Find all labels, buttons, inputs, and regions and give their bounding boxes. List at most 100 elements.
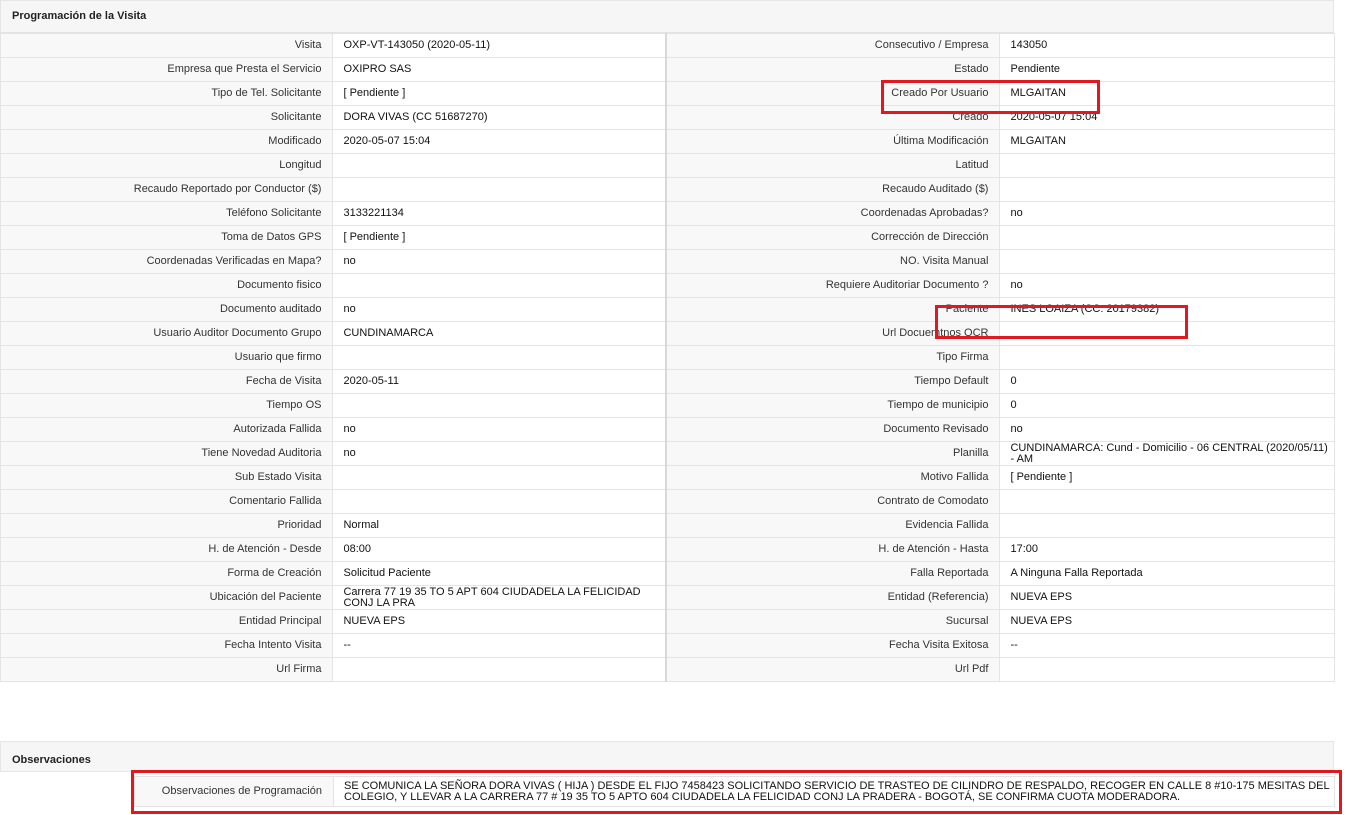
field-value — [332, 273, 667, 298]
field-label: Documento Revisado — [665, 417, 1001, 442]
field-value: 143050 — [999, 33, 1335, 58]
field-value: DORA VIVAS (CC 51687270) — [332, 105, 667, 130]
field-value: no — [999, 417, 1335, 442]
observations-label: Observaciones de Programación — [134, 776, 334, 807]
table-row: Visita OXP-VT-143050 (2020-05-11) Consecut… — [0, 33, 1335, 58]
field-value — [999, 321, 1335, 346]
field-label: Url Pdf — [665, 657, 1001, 682]
field-label: Creado — [665, 105, 1001, 130]
table-row: Comentario Fallida Contrato de Comodato — [0, 489, 1335, 514]
field-label: Estado — [665, 57, 1001, 82]
field-label: Motivo Fallida — [665, 465, 1001, 490]
field-value: 2020-05-07 15:04 — [999, 105, 1335, 130]
field-value: MLGAITAN — [999, 129, 1335, 154]
field-label: Tiene Novedad Auditoria — [0, 441, 334, 466]
field-value — [999, 513, 1335, 538]
table-row: Empresa que Presta el Servicio OXIPRO SAS… — [0, 57, 1335, 82]
field-value: no — [332, 297, 667, 322]
field-value: 08:00 — [332, 537, 667, 562]
field-value: NUEVA EPS — [999, 609, 1335, 634]
table-row: Url Firma Url Pdf — [0, 657, 1335, 682]
table-row: Solicitante DORA VIVAS (CC 51687270) Cread… — [0, 105, 1335, 130]
table-row: Tiene Novedad Auditoria no Planilla CUNDIN… — [0, 441, 1335, 466]
field-label: NO. Visita Manual — [665, 249, 1001, 274]
field-label: Toma de Datos GPS — [0, 225, 334, 250]
table-row: Observaciones de Programación SE COMUNIC… — [134, 776, 1335, 807]
observations-table: Observaciones de Programación SE COMUNIC… — [134, 776, 1335, 807]
field-value — [999, 153, 1335, 178]
section-title: Programación de la Visita — [12, 10, 147, 22]
field-value: no — [332, 441, 667, 466]
field-label: Creado Por Usuario — [665, 81, 1001, 106]
table-row: Sub Estado Visita Motivo Fallida[ Pendien… — [0, 465, 1335, 490]
field-value: 2020-05-07 15:04 — [332, 129, 667, 154]
field-label: Tipo de Tel. Solicitante — [0, 81, 334, 106]
field-label: Tiempo de municipio — [665, 393, 1001, 418]
field-label: Prioridad — [0, 513, 334, 538]
table-row: Toma de Datos GPS[ Pendiente ] Corrección… — [0, 225, 1335, 250]
field-value: MLGAITAN — [999, 81, 1335, 106]
table-row: Usuario que firmo Tipo Firma — [0, 345, 1335, 370]
field-label: Planilla — [665, 441, 1001, 466]
field-label: Latitud — [665, 153, 1001, 178]
table-row: Modificado 2020-05-07 15:04 Última Modific… — [0, 129, 1335, 154]
field-value — [999, 345, 1335, 370]
field-value — [999, 225, 1335, 250]
field-label: Paciente — [665, 297, 1001, 322]
field-label: Url Firma — [0, 657, 334, 682]
field-label: Visita — [0, 33, 334, 58]
field-label: Entidad (Referencia) — [665, 585, 1001, 610]
field-value: NUEVA EPS — [999, 585, 1335, 610]
field-label: Comentario Fallida — [0, 489, 334, 514]
table-row: H. de Atención - Desde 08:00 H. de Atenció… — [0, 537, 1335, 562]
field-value: no — [999, 273, 1335, 298]
field-label: Ubicación del Paciente — [0, 585, 334, 610]
field-value: Carrera 77 19 35 TO 5 APT 604 CIUDADELA … — [332, 585, 667, 610]
field-label: Recaudo Auditado ($) — [665, 177, 1001, 202]
visit-details-table: Visita OXP-VT-143050 (2020-05-11) Consecut… — [0, 33, 1335, 682]
field-label: Fecha Intento Visita — [0, 633, 334, 658]
field-value: 3133221134 — [332, 201, 667, 226]
field-label: Longitud — [0, 153, 334, 178]
field-value — [332, 153, 667, 178]
field-value: -- — [999, 633, 1335, 658]
field-value — [999, 249, 1335, 274]
field-label: Tiempo OS — [0, 393, 334, 418]
field-value: [ Pendiente ] — [332, 225, 667, 250]
field-label: Fecha Visita Exitosa — [665, 633, 1001, 658]
section-header-programacion: Programación de la Visita — [0, 0, 1334, 35]
observations-value: SE COMUNICA LA SEÑORA DORA VIVAS ( HIJA … — [333, 776, 1335, 807]
table-row: Usuario Auditor Documento Grupo CUNDINAMA… — [0, 321, 1335, 346]
table-row: Tipo de Tel. Solicitante[ Pendiente ] Cre… — [0, 81, 1335, 106]
field-label: Corrección de Dirección — [665, 225, 1001, 250]
field-value: no — [332, 417, 667, 442]
field-label: Usuario que firmo — [0, 345, 334, 370]
field-value: NUEVA EPS — [332, 609, 667, 634]
field-value: INES LOAIZA (CC: 20179382) — [999, 297, 1335, 322]
table-row: Fecha de Visita 2020-05-11 Tiempo Default… — [0, 369, 1335, 394]
field-label: Última Modificación — [665, 129, 1001, 154]
field-value — [999, 177, 1335, 202]
field-label: Tipo Firma — [665, 345, 1001, 370]
field-value: Pendiente — [999, 57, 1335, 82]
field-label: H. de Atención - Hasta — [665, 537, 1001, 562]
field-value: 2020-05-11 — [332, 369, 667, 394]
field-value: [ Pendiente ] — [999, 465, 1335, 490]
field-label: Teléfono Solicitante — [0, 201, 334, 226]
table-row: Tiempo OS Tiempo de municipio 0 — [0, 393, 1335, 418]
field-label: Documento auditado — [0, 297, 334, 322]
field-label: Sub Estado Visita — [0, 465, 334, 490]
table-row: Prioridad Normal Evidencia Fallida — [0, 513, 1335, 538]
field-value — [999, 489, 1335, 514]
field-label: Sucursal — [665, 609, 1001, 634]
field-value: CUNDINAMARCA — [332, 321, 667, 346]
field-value: Normal — [332, 513, 667, 538]
field-label: Fecha de Visita — [0, 369, 334, 394]
field-label: Coordenadas Verificadas en Mapa? — [0, 249, 334, 274]
field-label: Autorizada Fallida — [0, 417, 334, 442]
field-value: A Ninguna Falla Reportada — [999, 561, 1335, 586]
field-label: Recaudo Reportado por Conductor ($) — [0, 177, 334, 202]
field-label: Consecutivo / Empresa — [665, 33, 1001, 58]
field-value: no — [332, 249, 667, 274]
field-value: CUNDINAMARCA: Cund - Domicilio - 06 CENT… — [999, 441, 1335, 466]
